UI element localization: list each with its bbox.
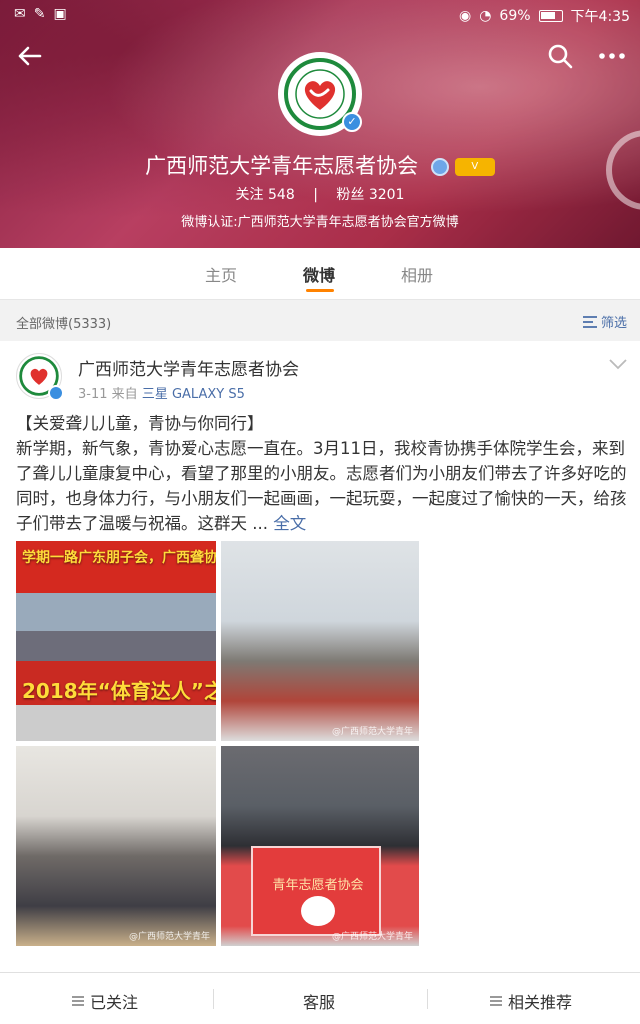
location-icon: ✎ xyxy=(33,6,46,22)
post-photo-1[interactable]: 学期一路广东朋子会，广西聋协康复 2018年“体育达人”之爱心行 xyxy=(16,541,216,741)
flag-text: 青年志愿者协会 xyxy=(272,878,364,893)
status-bar: ✉ ✎ ▣ ◉ ◔ 69% 下午4:35 xyxy=(0,0,640,30)
chevron-down-icon[interactable] xyxy=(608,357,628,371)
post-photo-3[interactable]: @广西师范大学青年 xyxy=(16,746,216,946)
profile-name: 广西师范大学青年志愿者协会 xyxy=(145,154,419,178)
post-card[interactable]: 广西师范大学青年志愿者协会 3-11 来自 三星 GALAXY S5 【关爱聋儿… xyxy=(0,341,640,972)
battery-percent: 69% xyxy=(499,8,531,24)
post-meta: 3-11 来自 三星 GALAXY S5 xyxy=(78,383,245,402)
profile-stats: 关注 548 | 粉丝 3201 xyxy=(0,184,640,204)
wifi-icon: ◔ xyxy=(479,8,492,24)
service-button[interactable]: 客服 xyxy=(303,989,335,1013)
heart-icon xyxy=(301,896,335,926)
verified-icon: ✓ xyxy=(342,112,362,132)
tab-album[interactable]: 相册 xyxy=(401,262,433,286)
profile-header: ✉ ✎ ▣ ◉ ◔ 69% 下午4:35 ✓ 广西师范大学青年志愿者协会 V 关… xyxy=(0,0,640,248)
filter-icon xyxy=(583,315,597,328)
eye-icon: ◉ xyxy=(458,8,472,24)
service-label: 客服 xyxy=(303,993,336,1012)
all-posts-count: 全部微博(5333) xyxy=(16,317,112,332)
stats-divider: | xyxy=(313,187,318,203)
battery-icon xyxy=(538,10,563,22)
post-from-label: 来自 xyxy=(111,387,138,402)
verified-icon xyxy=(48,385,64,401)
divider xyxy=(427,989,428,1009)
clock: 下午4:35 xyxy=(570,9,630,25)
recommend-label: 相关推荐 xyxy=(508,993,573,1012)
post-title: 【关爱聋儿儿童，青协与你同行】 xyxy=(16,414,264,433)
post-photo-4[interactable]: 青年志愿者协会 @广西师范大学青年 xyxy=(221,746,419,946)
bottom-action-bar: 已关注 客服 相关推荐 xyxy=(0,972,640,1024)
volunteer-flag: 青年志愿者协会 xyxy=(251,846,381,936)
filter-bar: 全部微博(5333) 筛选 xyxy=(0,301,640,341)
photo-watermark: @广西师范大学青年 xyxy=(331,727,413,737)
image-icon: ▣ xyxy=(53,6,67,22)
more-options-icon[interactable] xyxy=(594,40,630,72)
filter-button[interactable]: 筛选 xyxy=(582,312,627,331)
profile-tabs: 主页 微博 相册 xyxy=(0,248,640,300)
menu-icon xyxy=(72,996,84,1006)
tab-weibo[interactable]: 微博 xyxy=(303,262,335,286)
menu-icon xyxy=(490,996,502,1006)
tab-home[interactable]: 主页 xyxy=(205,262,237,286)
followed-button[interactable]: 已关注 xyxy=(72,989,138,1013)
photo-banner-top: 学期一路广东朋子会，广西聋协康复 xyxy=(22,550,216,566)
photo-watermark: @广西师范大学青年 xyxy=(331,932,413,942)
recommend-button[interactable]: 相关推荐 xyxy=(490,989,572,1013)
post-author[interactable]: 广西师范大学青年志愿者协会 xyxy=(78,355,299,380)
full-text-link[interactable]: 全文 xyxy=(273,514,306,533)
divider xyxy=(213,989,214,1009)
following-count[interactable]: 关注 548 xyxy=(236,187,295,203)
post-photo-2[interactable]: @广西师范大学青年 xyxy=(221,541,419,741)
active-tab-indicator xyxy=(306,289,334,292)
photo-banner-bottom: 2018年“体育达人”之爱心行 xyxy=(22,679,216,703)
followers-count[interactable]: 粉丝 3201 xyxy=(336,187,404,203)
profile-name-row: 广西师范大学青年志愿者协会 V xyxy=(0,150,640,180)
post-device[interactable]: 三星 GALAXY S5 xyxy=(142,387,245,402)
verified-badge-icon xyxy=(430,158,449,176)
followed-label: 已关注 xyxy=(90,993,139,1012)
post-body: 新学期，新气象，青协爱心志愿一直在。3月11日，我校青协携手体院学生会，来到了聋… xyxy=(16,439,627,533)
vip-badge[interactable]: V xyxy=(454,158,495,176)
notification-icon: ✉ xyxy=(14,6,26,22)
post-text: 【关爱聋儿儿童，青协与你同行】 新学期，新气象，青协爱心志愿一直在。3月11日，… xyxy=(16,411,628,536)
post-date: 3-11 xyxy=(78,387,108,402)
filter-label: 筛选 xyxy=(601,316,628,331)
search-icon[interactable] xyxy=(544,40,576,72)
photo-watermark: @广西师范大学青年 xyxy=(128,932,210,942)
back-arrow-icon[interactable] xyxy=(14,40,46,72)
verification-text: 微博认证:广西师范大学青年志愿者协会官方微博 xyxy=(181,215,459,230)
